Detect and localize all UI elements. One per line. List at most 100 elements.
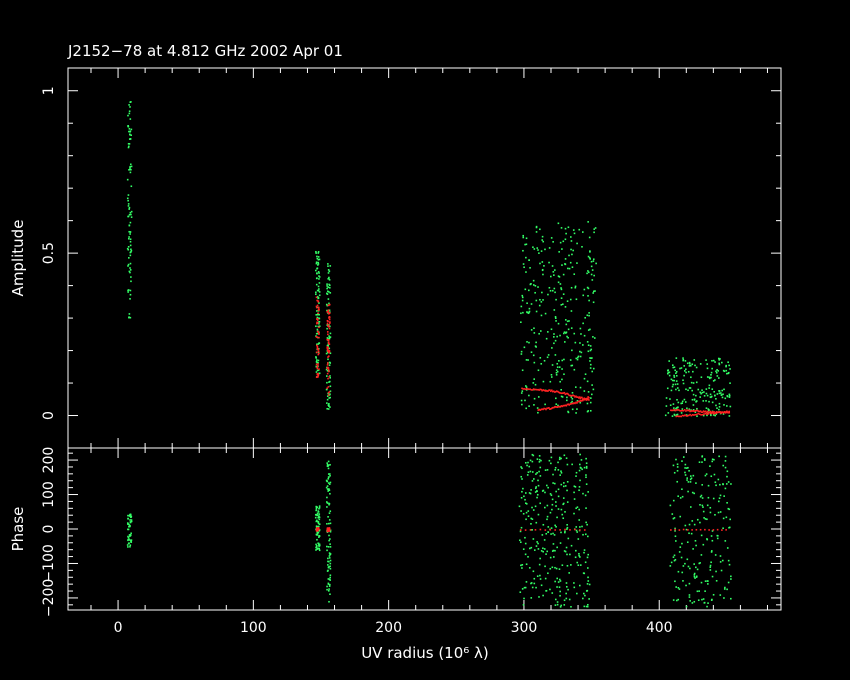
data-point — [587, 287, 590, 290]
data-point — [682, 382, 685, 385]
data-point — [707, 496, 710, 499]
data-point — [540, 330, 542, 332]
data-point — [694, 539, 697, 542]
data-point — [522, 512, 525, 515]
data-point — [693, 563, 695, 565]
data-point — [563, 599, 566, 602]
data-point — [574, 286, 577, 289]
data-point — [575, 412, 577, 414]
data-point — [326, 485, 329, 487]
data-point — [681, 495, 684, 498]
model-point — [588, 396, 590, 399]
data-point — [549, 567, 552, 570]
data-point — [723, 588, 726, 590]
data-point — [575, 298, 578, 301]
data-point — [669, 404, 672, 406]
data-point — [326, 287, 328, 290]
data-point — [316, 512, 319, 515]
data-point — [562, 502, 565, 505]
data-point — [558, 458, 561, 461]
data-point — [724, 397, 727, 400]
model-point — [315, 351, 318, 354]
data-point — [130, 276, 132, 278]
data-point — [558, 366, 561, 368]
data-point — [687, 370, 690, 373]
data-point — [524, 498, 526, 501]
data-point — [316, 538, 318, 541]
data-point — [315, 269, 317, 272]
data-point — [701, 455, 704, 457]
data-point — [316, 506, 319, 508]
data-point — [591, 370, 594, 373]
data-point — [528, 289, 530, 292]
data-point — [701, 598, 703, 601]
data-point — [673, 366, 676, 369]
data-point — [543, 359, 546, 362]
data-point — [699, 363, 702, 365]
data-point — [695, 544, 697, 547]
data-point — [561, 513, 564, 516]
data-point — [719, 555, 722, 557]
data-point — [689, 600, 691, 602]
data-point — [327, 557, 329, 560]
data-point — [564, 319, 567, 321]
data-point — [536, 496, 538, 499]
model-point — [326, 372, 329, 375]
data-point — [524, 586, 527, 589]
data-point — [698, 461, 701, 463]
data-point — [326, 407, 329, 410]
data-point — [129, 106, 131, 108]
data-point — [127, 203, 130, 205]
data-point — [129, 519, 131, 521]
data-point — [566, 320, 569, 323]
data-point — [564, 306, 567, 308]
data-point — [529, 492, 532, 495]
data-point — [521, 294, 524, 297]
data-point — [715, 570, 717, 573]
model-point — [707, 413, 710, 415]
data-point — [583, 334, 586, 337]
data-point — [566, 526, 569, 529]
data-point — [329, 463, 331, 466]
data-point — [578, 554, 580, 557]
data-point — [566, 489, 568, 492]
data-point — [704, 518, 707, 520]
data-point — [531, 506, 533, 509]
data-point — [541, 235, 544, 238]
data-point — [329, 593, 331, 596]
data-point — [711, 388, 714, 390]
data-point — [555, 525, 557, 528]
data-point — [544, 506, 546, 509]
data-point — [522, 234, 525, 237]
data-point — [556, 603, 559, 606]
data-point — [527, 515, 530, 517]
data-point — [519, 591, 522, 593]
data-point — [552, 532, 554, 535]
data-point — [318, 291, 321, 293]
data-point — [565, 592, 567, 595]
data-point — [575, 549, 577, 552]
data-point — [706, 363, 709, 365]
data-point — [525, 256, 527, 259]
data-point — [127, 514, 129, 517]
data-point — [328, 555, 331, 557]
data-point — [129, 221, 132, 224]
data-point — [527, 510, 530, 512]
data-point — [127, 517, 129, 520]
data-point — [555, 490, 557, 493]
data-point — [567, 267, 569, 270]
data-point — [726, 470, 729, 473]
data-point — [574, 556, 577, 559]
data-point — [722, 517, 725, 520]
data-point — [326, 292, 328, 295]
data-point — [693, 399, 696, 401]
data-point — [697, 599, 700, 602]
data-point — [129, 298, 131, 300]
data-point — [678, 551, 681, 553]
data-point — [690, 376, 692, 379]
data-point — [130, 185, 133, 188]
data-point — [329, 543, 331, 545]
data-point — [563, 373, 565, 376]
data-point — [719, 494, 722, 497]
data-point — [325, 352, 328, 355]
